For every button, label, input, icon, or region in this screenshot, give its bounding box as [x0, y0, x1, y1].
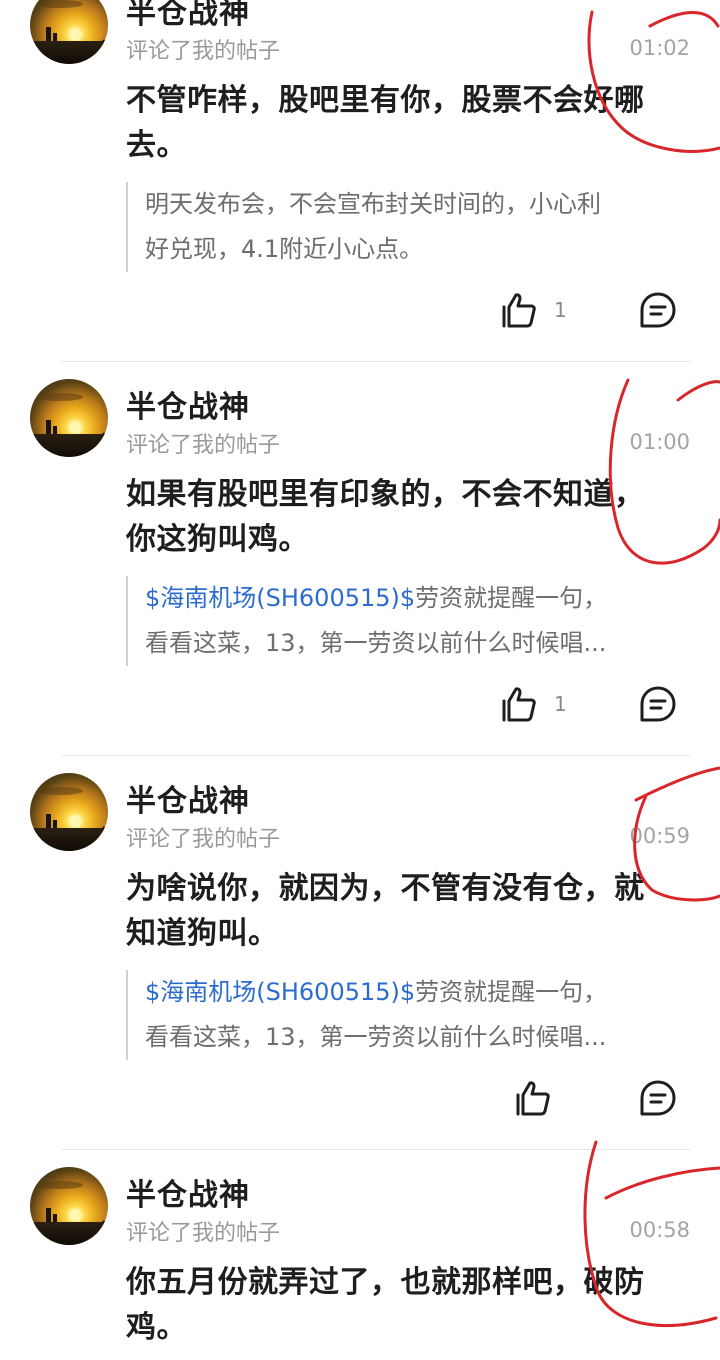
username[interactable]: 半仓战神 [126, 776, 250, 820]
timestamp: 01:00 [629, 430, 690, 454]
quote-line: 明天发布会，不会宣布封关时间的，小心利 [145, 190, 601, 218]
comment-line: 你五月份就弄过了，也就那样吧，破防 [126, 1265, 645, 1300]
action-label: 评论了我的帖子 [126, 1221, 281, 1246]
like-button[interactable]: 1 [500, 684, 567, 724]
comment-line: 如果有股吧里有印象的，不会不知道， [126, 477, 645, 512]
comment-notification-feed: 半仓战神 评论了我的帖子 01:02 不管咋样，股吧里有你，股票不会好哪 去。 … [0, 0, 720, 1360]
thumbs-up-icon [502, 293, 536, 328]
like-button[interactable]: 1 [500, 290, 567, 330]
quoted-post[interactable]: $海南机场(SH600515)$劳资就提醒一句， 看看这菜，13，第一劳资以前什… [126, 576, 685, 666]
username[interactable]: 半仓战神 [126, 0, 250, 32]
timestamp: 00:59 [629, 824, 690, 848]
comment-content[interactable]: 为啥说你，就因为，不管有没有仓，就 知道狗叫。 [126, 866, 686, 956]
action-label: 评论了我的帖子 [126, 433, 281, 458]
stock-mention-link[interactable]: $海南机场(SH600515)$ [145, 584, 415, 612]
comment-content[interactable]: 不管咋样，股吧里有你，股票不会好哪 去。 [126, 78, 686, 168]
thumbs-up-icon [516, 1081, 550, 1116]
comment-line: 知道狗叫。 [126, 916, 279, 951]
timestamp: 00:58 [629, 1218, 690, 1242]
comment-bubble-icon[interactable] [639, 685, 677, 723]
action-label: 评论了我的帖子 [126, 827, 281, 852]
stock-mention-link[interactable]: $海南机场(SH600515)$ [145, 978, 415, 1006]
like-count: 1 [554, 298, 567, 322]
username[interactable]: 半仓战神 [126, 1170, 250, 1214]
quote-line: 看看这菜，13，第一劳资以前什么时候唱... [145, 1023, 607, 1051]
comment-line: 不管咋样，股吧里有你，股票不会好哪 [126, 83, 645, 118]
divider [62, 361, 690, 362]
comment-line: 去。 [126, 128, 187, 163]
thumbs-up-icon [502, 687, 536, 722]
comment-line: 你这狗叫鸡。 [126, 522, 309, 557]
comment-line: 鸡。 [126, 1310, 187, 1345]
avatar[interactable] [30, 773, 108, 851]
action-label: 评论了我的帖子 [126, 39, 281, 64]
comment-line: 为啥说你，就因为，不管有没有仓，就 [126, 871, 645, 906]
quote-line: $海南机场(SH600515)$劳资就提醒一句， [145, 584, 608, 612]
avatar[interactable] [30, 0, 108, 64]
quote-line: 看看这菜，13，第一劳资以前什么时候唱... [145, 629, 607, 657]
timestamp: 01:02 [629, 36, 690, 60]
quote-line: 好兑现，4.1附近小心点。 [145, 235, 424, 263]
quoted-post[interactable]: 明天发布会，不会宣布封关时间的，小心利 好兑现，4.1附近小心点。 [126, 182, 685, 272]
comment-bubble-icon[interactable] [639, 1079, 677, 1117]
comment-content[interactable]: 你五月份就弄过了，也就那样吧，破防 鸡。 [126, 1260, 686, 1350]
quote-line: $海南机场(SH600515)$劳资就提醒一句， [145, 978, 608, 1006]
divider [62, 755, 690, 756]
like-button[interactable] [514, 1078, 568, 1118]
like-count: 1 [554, 692, 567, 716]
comment-bubble-icon[interactable] [639, 291, 677, 329]
quoted-post[interactable]: $海南机场(SH600515)$劳资就提醒一句， 看看这菜，13，第一劳资以前什… [126, 970, 685, 1060]
divider [62, 1149, 690, 1150]
username[interactable]: 半仓战神 [126, 382, 250, 426]
comment-content[interactable]: 如果有股吧里有印象的，不会不知道， 你这狗叫鸡。 [126, 472, 686, 562]
avatar[interactable] [30, 1167, 108, 1245]
avatar[interactable] [30, 379, 108, 457]
